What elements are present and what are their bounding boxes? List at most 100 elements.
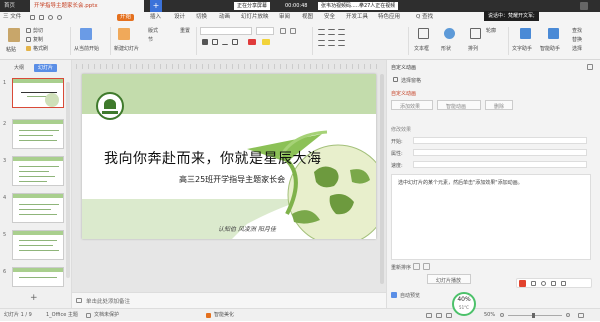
tab-slideshow[interactable]: 幻灯片放映 <box>241 12 269 23</box>
find-button[interactable]: 查找 <box>572 27 582 34</box>
textbox-icon[interactable] <box>418 28 429 39</box>
reading-view-icon[interactable] <box>446 313 452 318</box>
close-icon[interactable] <box>587 64 593 70</box>
underline-icon[interactable] <box>222 39 228 45</box>
shape-icon[interactable] <box>444 28 455 39</box>
ime-keyboard-icon[interactable] <box>551 281 556 286</box>
ime-toolbar[interactable] <box>516 278 592 288</box>
new-tab-button[interactable]: + <box>150 0 162 12</box>
tab-animation[interactable]: 动画 <box>219 12 230 23</box>
font-family-select[interactable] <box>200 27 252 35</box>
shape-button[interactable]: 形状 <box>441 45 451 52</box>
property-select[interactable] <box>413 149 587 156</box>
print-icon[interactable] <box>39 15 44 20</box>
tab-start[interactable]: 开始 <box>117 14 135 21</box>
fit-window-icon[interactable] <box>578 313 584 318</box>
tab-view[interactable]: 视图 <box>302 12 313 23</box>
font-color-icon[interactable] <box>248 39 256 45</box>
arrange-icon[interactable] <box>470 28 481 39</box>
replace-button[interactable]: 替换 <box>572 36 582 43</box>
tab-developer[interactable]: 开发工具 <box>346 12 368 23</box>
numbered-list-icon[interactable] <box>328 29 335 35</box>
text-assistant-button[interactable]: 文字助手 <box>512 45 532 52</box>
tab-features[interactable]: 特色应用 <box>378 12 400 23</box>
ime-mic-icon[interactable] <box>541 281 546 286</box>
sorter-view-icon[interactable] <box>436 313 442 318</box>
undo-icon[interactable] <box>48 15 53 20</box>
tab-document[interactable]: 开学指导主题家长会.pptx <box>30 0 144 12</box>
start-select[interactable] <box>413 137 587 144</box>
align-center-icon[interactable] <box>328 40 335 46</box>
zoom-out-icon[interactable] <box>500 313 504 317</box>
decrease-font-icon[interactable] <box>290 28 296 34</box>
slide-subtitle[interactable]: 高三25班开学指导主题家长会 <box>179 174 285 185</box>
beautify-button[interactable]: 智能美化 <box>214 309 234 322</box>
avatar[interactable] <box>580 2 588 10</box>
italic-icon[interactable] <box>212 39 218 45</box>
format-painter-button[interactable]: 格式刷 <box>33 45 48 52</box>
copy-button[interactable]: 复制 <box>33 36 43 43</box>
format-painter-icon[interactable] <box>26 46 31 51</box>
font-size-adjust[interactable] <box>278 27 308 35</box>
slide-thumbnail-5[interactable] <box>12 230 64 260</box>
notes-placeholder[interactable]: 单击此处添加备注 <box>86 297 130 305</box>
bold-icon[interactable] <box>202 39 208 45</box>
remove-button[interactable]: 删除 <box>485 100 513 110</box>
speed-select[interactable] <box>413 161 587 168</box>
zoom-level[interactable]: 50% <box>484 309 495 322</box>
text-assistant-icon[interactable] <box>520 28 531 39</box>
slide-thumbnail-4[interactable] <box>12 193 64 223</box>
file-protection-status[interactable]: 文档未保护 <box>94 309 119 322</box>
slide-thumbnail-2[interactable] <box>12 119 64 149</box>
play-slide-button[interactable]: 幻灯片播放 <box>427 274 471 284</box>
cut-icon[interactable] <box>26 28 31 33</box>
textbox-button[interactable]: 文本框 <box>414 45 429 52</box>
slide-title[interactable]: 我向你奔赴而来，你就是星辰大海 <box>104 148 374 168</box>
canvas-scrollbar[interactable] <box>380 74 384 284</box>
notes-pane[interactable]: 单击此处添加备注 <box>72 292 386 308</box>
tab-review[interactable]: 审阅 <box>279 12 290 23</box>
smart-assistant-button[interactable]: 智能助手 <box>540 45 560 52</box>
slide-thumbnail-1[interactable] <box>12 78 64 108</box>
performance-gauge[interactable]: 40% 51°C <box>452 292 476 316</box>
smart-assistant-icon[interactable] <box>548 28 559 39</box>
tab-transition[interactable]: 切换 <box>196 12 207 23</box>
ime-skin-icon[interactable] <box>561 281 566 286</box>
reset-button[interactable]: 重置 <box>180 27 190 34</box>
search-menu[interactable]: Q 查找 <box>416 12 433 23</box>
autopreview-checkbox[interactable] <box>391 292 397 298</box>
highlight-icon[interactable] <box>262 39 270 45</box>
add-slide-button[interactable]: + <box>30 293 38 303</box>
font-size-select[interactable] <box>256 27 274 35</box>
play-icon[interactable] <box>80 28 92 40</box>
animation-list[interactable]: 选中幻灯片的某个元素，然后单击"添加效果"添加动画。 <box>391 174 591 260</box>
new-slide-icon[interactable] <box>118 28 130 40</box>
paste-icon[interactable] <box>8 28 20 42</box>
outline-button[interactable]: 轮廓 <box>486 27 496 34</box>
indent-icon[interactable] <box>338 29 345 35</box>
slide-thumbnail-6[interactable] <box>12 267 64 287</box>
tab-design[interactable]: 设计 <box>174 12 185 23</box>
move-down-icon[interactable] <box>423 263 430 270</box>
slide-footer-names[interactable]: 认知伯 风凌洲 阳月佳 <box>218 224 276 233</box>
select-button[interactable]: 选择 <box>572 45 582 52</box>
move-up-icon[interactable] <box>413 263 420 270</box>
slide-thumbnail-3[interactable] <box>12 156 64 186</box>
copy-icon[interactable] <box>26 37 31 42</box>
file-menu[interactable]: 三 文件 <box>3 12 21 23</box>
arrange-button[interactable]: 排列 <box>468 45 478 52</box>
tab-slides[interactable]: 幻灯片 <box>34 64 58 72</box>
zoom-in-icon[interactable] <box>566 313 570 317</box>
redo-icon[interactable] <box>57 15 62 20</box>
smart-animation-button[interactable]: 智能动画 <box>437 100 481 110</box>
cut-button[interactable]: 剪切 <box>33 27 43 34</box>
new-slide-button[interactable]: 新建幻灯片 <box>114 45 139 52</box>
select-pane-icon[interactable] <box>393 77 398 82</box>
tab-security[interactable]: 安全 <box>324 12 335 23</box>
zoom-slider[interactable] <box>508 313 562 318</box>
zoom-slider-handle[interactable] <box>532 313 535 318</box>
normal-view-icon[interactable] <box>426 313 432 318</box>
section-button[interactable]: 节 <box>148 36 153 43</box>
tab-home[interactable]: 首页 <box>0 0 24 12</box>
tab-outline[interactable]: 大纲 <box>10 64 28 72</box>
